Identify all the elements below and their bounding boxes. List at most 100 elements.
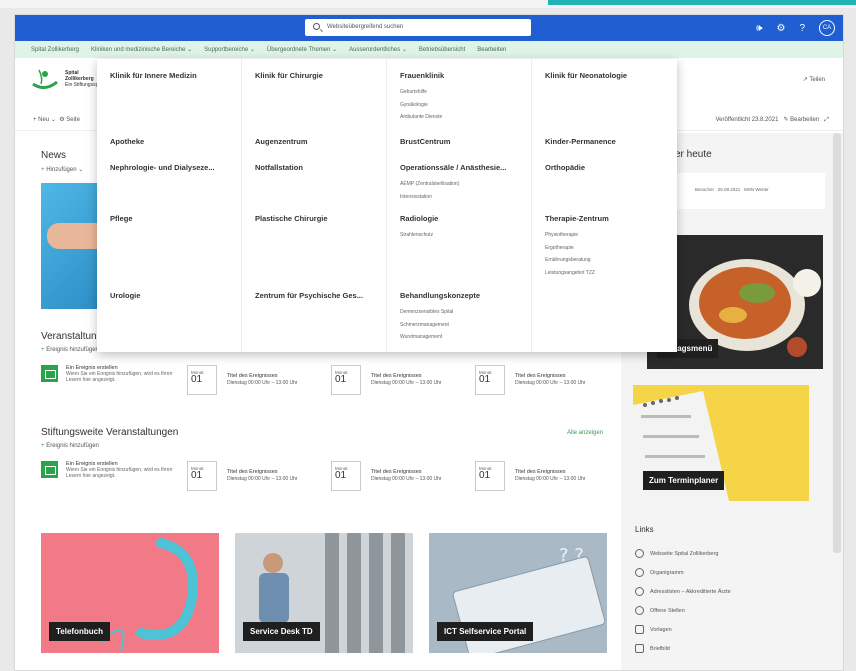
mega-menu-heading-link[interactable]: Augenzentrum: [255, 137, 308, 146]
pencil-icon: ✎: [783, 117, 789, 123]
link-adresslisten[interactable]: Adresslisten – Akkreditierte Ärzte: [635, 582, 835, 601]
events-add-button[interactable]: + Ereignis hinzufügen: [41, 347, 99, 353]
mega-menu-heading-link[interactable]: Operationssäle / Anästhesie...: [400, 163, 506, 172]
news-add-button[interactable]: + Hinzufügen ⌄: [41, 166, 83, 173]
mega-menu-column: Klinik für Chirurgie Augenzentrum Notfalls…: [242, 59, 387, 352]
event-create-desc: Wenn Sie ein Ereignis hinzufügen, wird e…: [66, 467, 173, 479]
mega-menu-section: Klinik für Innere Medizin: [110, 71, 197, 86]
mega-menu-link[interactable]: Strahlenschutz: [400, 229, 438, 242]
browser-top-strip: [0, 0, 856, 8]
terminplaner-card[interactable]: Zum Terminplaner: [633, 385, 809, 501]
link-briefbild[interactable]: Briefbild: [635, 639, 835, 658]
mega-menu-dropdown: Klinik für Innere Medizin Apotheke Nephrol…: [97, 59, 677, 352]
suite-bar-icons: 🕪 ⚙ ? CA: [756, 20, 835, 36]
help-icon[interactable]: ?: [799, 23, 805, 34]
mega-menu-heading-link[interactable]: Zentrum für Psychische Ges...: [255, 291, 363, 300]
mega-menu-link[interactable]: Gynäkologie: [400, 99, 444, 112]
news-image[interactable]: [41, 183, 107, 309]
event-create-placeholder[interactable]: Ein Ereignis erstellen Wenn Sie ein Ereig…: [41, 461, 176, 479]
mega-menu-heading-link[interactable]: Kinder-Permanence: [545, 137, 616, 146]
mega-menu-link[interactable]: Demenzsensibles Spital: [400, 306, 480, 319]
megaphone-icon[interactable]: 🕪: [756, 23, 762, 34]
hubnav-item-home[interactable]: Spital Zollikerberg: [31, 47, 79, 53]
event-time: Dienstag 00:00 Uhr – 13:00 Uhr: [371, 476, 442, 482]
mega-menu-heading-link[interactable]: Klinik für Neonatologie: [545, 71, 627, 80]
mega-menu-link[interactable]: Physiotherapie: [545, 229, 609, 242]
mega-menu-heading-link[interactable]: Orthopädie: [545, 163, 585, 172]
hubnav-item-ausserordentliches[interactable]: Ausserordentliches ⌄: [349, 46, 407, 53]
mega-menu-heading-link[interactable]: Frauenklinik: [400, 71, 444, 80]
service-desk-label: Service Desk TD: [243, 622, 320, 641]
hubnav-item-betrieb[interactable]: Betriebsübersicht: [419, 47, 465, 53]
new-label: + Neu: [33, 117, 50, 123]
link-stellen[interactable]: Offene Stellen: [635, 601, 835, 620]
event-item[interactable]: Titel des Ereignisses Dienstag 00:00 Uhr …: [371, 373, 442, 387]
mega-menu-heading-link[interactable]: Pflege: [110, 214, 133, 223]
hubnav-item-kliniken[interactable]: Kliniken und medizinische Bereiche ⌄: [91, 46, 192, 53]
mega-menu-heading-link[interactable]: Behandlungskonzepte: [400, 291, 480, 300]
mega-menu-link[interactable]: Leistungsangebot TZZ: [545, 267, 609, 280]
scrollbar[interactable]: [833, 133, 841, 553]
plus-icon: +: [41, 167, 45, 173]
event-date-box: Monat 01: [331, 461, 361, 491]
hubnav-edit-link[interactable]: Bearbeiten: [477, 47, 506, 53]
event-item[interactable]: Titel des Ereignisses Dienstag 00:00 Uhr …: [371, 469, 442, 483]
mega-menu-link[interactable]: Intensivstation: [400, 191, 506, 204]
expand-icon[interactable]: ⤢: [824, 117, 829, 123]
site-logo[interactable]: [31, 66, 59, 92]
link-organigramm[interactable]: Organigramm: [635, 563, 835, 582]
mega-menu-link[interactable]: Ambulante Dienste: [400, 111, 444, 124]
service-desk-card[interactable]: Service Desk TD: [235, 533, 413, 653]
events2-add-button[interactable]: + Ereignis hinzufügen: [41, 443, 99, 449]
chevron-down-icon: ⌄: [249, 47, 255, 53]
event-item[interactable]: Titel des Ereignisses Dienstag 00:00 Uhr …: [515, 373, 586, 387]
avatar[interactable]: CA: [819, 20, 835, 36]
mega-menu-heading-link[interactable]: Plastische Chirurgie: [255, 214, 328, 223]
event-item[interactable]: Titel des Ereignisses Dienstag 00:00 Uhr …: [515, 469, 586, 483]
link-website[interactable]: Webseite Spital Zollikerberg: [635, 544, 835, 563]
mega-menu-heading-link[interactable]: Urologie: [110, 291, 140, 300]
hubnav-item-support[interactable]: Supportbereiche ⌄: [204, 46, 255, 53]
mega-menu-heading-link[interactable]: Apotheke: [110, 137, 144, 146]
mega-menu-link[interactable]: Geburtshilfe: [400, 86, 444, 99]
event-time: Dienstag 00:00 Uhr – 13:00 Uhr: [515, 476, 586, 482]
hubnav-item-themen[interactable]: Übergeordnete Themen ⌄: [267, 46, 337, 53]
event-day: 01: [479, 374, 491, 385]
mega-menu-link[interactable]: Wundmanagement: [400, 331, 480, 344]
ict-selfservice-card[interactable]: ? ? ICT Selfservice Portal: [429, 533, 607, 653]
telefonbuch-card[interactable]: Telefonbuch: [41, 533, 219, 653]
see-all-link[interactable]: Alle anzeigen: [567, 430, 603, 436]
link-vorlagen[interactable]: Vorlagen: [635, 620, 835, 639]
people-icon: [635, 568, 644, 577]
mega-menu-heading-link[interactable]: Nephrologie- und Dialyseze...: [110, 163, 215, 172]
mega-menu-heading-link[interactable]: Klinik für Chirurgie: [255, 71, 323, 80]
search-placeholder: Websiteübergreifend suchen: [327, 24, 404, 30]
new-button[interactable]: + Neu ⌄ ⚙ Seite: [33, 116, 80, 123]
share-icon: ↗: [802, 77, 808, 83]
visitor-card[interactable]: Besucher 25.08.2021 MSN Werter: [675, 173, 825, 209]
search-input[interactable]: Websiteübergreifend suchen: [305, 19, 531, 36]
edit-label: Bearbeiten: [790, 117, 820, 123]
share-button[interactable]: ↗ Teilen: [803, 76, 825, 83]
event-item[interactable]: Titel des Ereignisses Dienstag 00:00 Uhr …: [227, 373, 298, 387]
event-create-placeholder[interactable]: Ein Ereignis erstellen Wenn Sie ein Ereig…: [41, 365, 176, 383]
mega-menu-heading-link[interactable]: Notfallstation: [255, 163, 303, 172]
event-item[interactable]: Titel des Ereignisses Dienstag 00:00 Uhr …: [227, 469, 298, 483]
mega-menu-link[interactable]: Ernährungsberatung: [545, 254, 609, 267]
mega-menu-section: Urologie: [110, 291, 140, 306]
gear-icon[interactable]: ⚙: [776, 23, 785, 34]
mega-menu-column: Klinik für Neonatologie Kinder-Permanence…: [532, 59, 677, 352]
settings-icon: ⚙: [59, 117, 65, 123]
mega-menu-link[interactable]: Schmerzmanagement: [400, 319, 480, 332]
plus-icon: +: [41, 347, 45, 353]
event-day: 01: [479, 470, 491, 481]
edit-button[interactable]: ✎ Bearbeiten: [783, 117, 819, 123]
mega-menu-heading-link[interactable]: BrustCentrum: [400, 137, 450, 146]
mega-menu-heading-link[interactable]: Klinik für Innere Medizin: [110, 71, 197, 80]
event-time: Dienstag 00:00 Uhr – 13:00 Uhr: [371, 380, 442, 386]
mega-menu-heading-link[interactable]: Therapie-Zentrum: [545, 214, 609, 223]
mega-menu-link[interactable]: AEMP (Zentralsterilisation): [400, 178, 506, 191]
mega-menu-heading-link[interactable]: Radiologie: [400, 214, 438, 223]
search-icon: [313, 23, 320, 30]
mega-menu-link[interactable]: Ergotherapie: [545, 242, 609, 255]
